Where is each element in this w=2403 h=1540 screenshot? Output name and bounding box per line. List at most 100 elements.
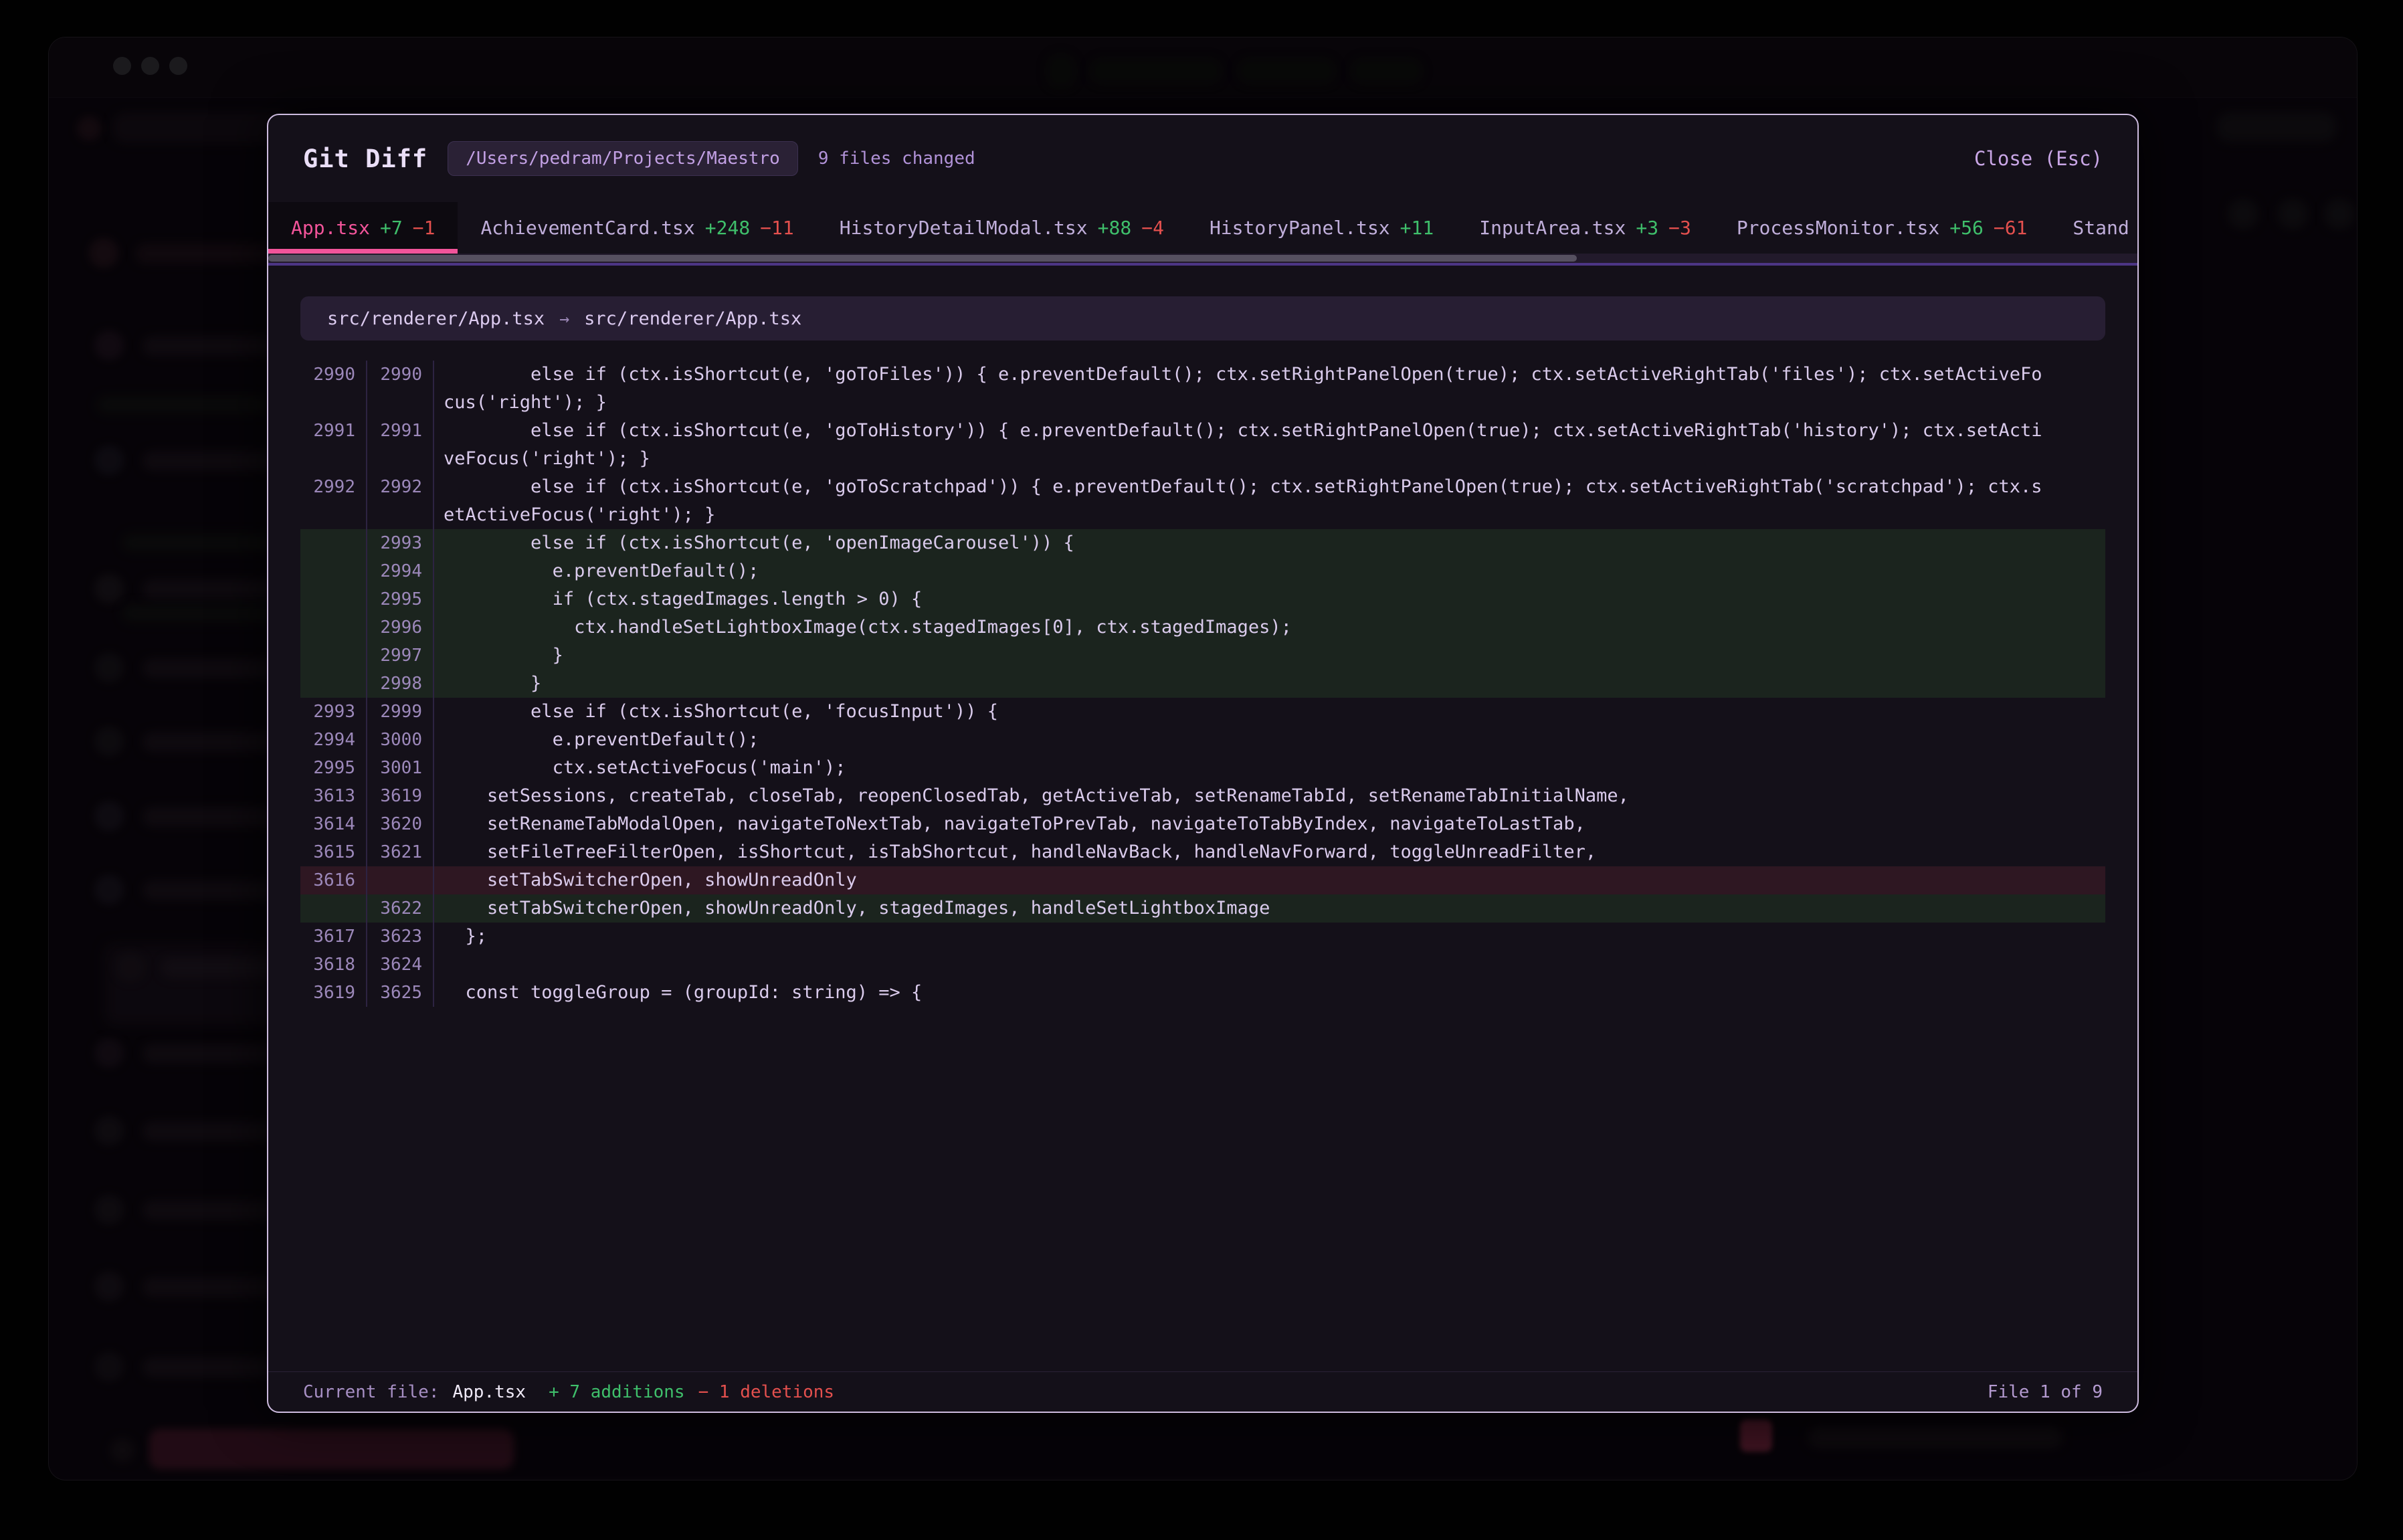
diff-file-tab-achievementcard-tsx[interactable]: AchievementCard.tsx +248 −11 [458, 202, 816, 254]
diff-row: 2990 2990 else if (ctx.isShortcut(e, 'go… [300, 361, 2105, 417]
diff-row: 3614 3620 setRenameTabModalOpen, navigat… [300, 810, 2105, 838]
tab-file-name: App.tsx [291, 217, 370, 239]
tab-file-name: Stand [2073, 217, 2129, 239]
footer-additions: + 7 additions [549, 1382, 685, 1402]
code-line: }; [434, 923, 2105, 951]
old-line-number [300, 557, 367, 585]
new-line-number: 3622 [367, 894, 434, 923]
old-line-number [300, 529, 367, 557]
code-line: else if (ctx.isShortcut(e, 'openImageCar… [434, 529, 2105, 557]
diff-row: 3615 3621 setFileTreeFilterOpen, isShort… [300, 838, 2105, 866]
diff-file-tabs: App.tsx +7 −1 AchievementCard.tsx +248 −… [268, 202, 2137, 254]
tab-file-name: AchievementCard.tsx [480, 217, 694, 239]
diff-row: 2998 } [300, 670, 2105, 698]
tab-deletions: −1 [413, 217, 436, 239]
code-line: ctx.setActiveFocus('main'); [434, 754, 2105, 782]
old-line-number: 2991 [300, 417, 367, 473]
tab-additions: +7 [380, 217, 403, 239]
tabs-scrollbar-track[interactable] [268, 254, 2137, 263]
new-line-number: 2991 [367, 417, 434, 473]
new-line-number [367, 866, 434, 894]
old-line-number [300, 670, 367, 698]
diff-file-tab-stand[interactable]: Stand [2050, 202, 2137, 254]
old-line-number: 2993 [300, 698, 367, 726]
code-line: ctx.handleSetLightboxImage(ctx.stagedIma… [434, 613, 2105, 642]
tabs-scrollbar-thumb[interactable] [268, 255, 1577, 262]
file-tabs-bar: App.tsx +7 −1 AchievementCard.tsx +248 −… [268, 202, 2137, 266]
file-path-from: src/renderer/App.tsx [327, 308, 545, 329]
code-line: setFileTreeFilterOpen, isShortcut, isTab… [434, 838, 2105, 866]
diff-row: 2996 ctx.handleSetLightboxImage(ctx.stag… [300, 613, 2105, 642]
new-line-number: 3000 [367, 726, 434, 754]
current-file-label: Current file: [303, 1382, 440, 1402]
diff-row: 2993 2999 else if (ctx.isShortcut(e, 'fo… [300, 698, 2105, 726]
tab-file-name: ProcessMonitor.tsx [1737, 217, 1939, 239]
screen: Git Diff /Users/pedram/Projects/Maestro … [0, 0, 2403, 1540]
tab-additions: +11 [1400, 217, 1434, 239]
diff-row: 3616 setTabSwitcherOpen, showUnreadOnly [300, 866, 2105, 894]
diff-row: 2995 3001 ctx.setActiveFocus('main'); [300, 754, 2105, 782]
code-line: else if (ctx.isShortcut(e, 'goToHistory'… [434, 417, 2105, 473]
code-line: setRenameTabModalOpen, navigateToNextTab… [434, 810, 2105, 838]
diff-row: 3619 3625 const toggleGroup = (groupId: … [300, 979, 2105, 1007]
diff-row: 2992 2992 else if (ctx.isShortcut(e, 'go… [300, 473, 2105, 529]
tab-deletions: −11 [760, 217, 794, 239]
tab-file-name: HistoryPanel.tsx [1210, 217, 1390, 239]
diff-row: 2997 } [300, 642, 2105, 670]
diff-file-tab-processmonitor-tsx[interactable]: ProcessMonitor.tsx +56 −61 [1714, 202, 2050, 254]
tab-file-name: HistoryDetailModal.tsx [840, 217, 1088, 239]
files-changed-count: 9 files changed [818, 149, 975, 169]
old-line-number: 2992 [300, 473, 367, 529]
tab-additions: +56 [1949, 217, 1984, 239]
diff-row: 3613 3619 setSessions, createTab, closeT… [300, 782, 2105, 810]
code-line: if (ctx.stagedImages.length > 0) { [434, 585, 2105, 613]
old-line-number: 3613 [300, 782, 367, 810]
code-line: else if (ctx.isShortcut(e, 'focusInput')… [434, 698, 2105, 726]
old-line-number: 3619 [300, 979, 367, 1007]
old-line-number [300, 642, 367, 670]
new-line-number: 3623 [367, 923, 434, 951]
old-line-number: 2994 [300, 726, 367, 754]
old-line-number: 2990 [300, 361, 367, 417]
code-line: } [434, 670, 2105, 698]
code-line: e.preventDefault(); [434, 726, 2105, 754]
close-button[interactable]: Close (Esc) [1974, 147, 2103, 170]
diff-row: 2993 else if (ctx.isShortcut(e, 'openIma… [300, 529, 2105, 557]
tab-deletions: −61 [1994, 217, 2028, 239]
repo-path-badge: /Users/pedram/Projects/Maestro [448, 141, 798, 176]
current-file-name: App.tsx [453, 1382, 526, 1402]
file-path-to: src/renderer/App.tsx [584, 308, 801, 329]
new-line-number: 2994 [367, 557, 434, 585]
old-line-number [300, 613, 367, 642]
old-line-number: 3614 [300, 810, 367, 838]
diff-file-tab-inputarea-tsx[interactable]: InputArea.tsx +3 −3 [1456, 202, 1714, 254]
git-diff-title: Git Diff [303, 145, 427, 173]
code-line: } [434, 642, 2105, 670]
old-line-number: 2995 [300, 754, 367, 782]
code-line: e.preventDefault(); [434, 557, 2105, 585]
code-line: setSessions, createTab, closeTab, reopen… [434, 782, 2105, 810]
diff-content: 2990 2990 else if (ctx.isShortcut(e, 'go… [300, 361, 2105, 1371]
new-line-number: 3620 [367, 810, 434, 838]
diff-file-tab-app-tsx[interactable]: App.tsx +7 −1 [268, 202, 458, 254]
diff-file-tab-historydetailmodal-tsx[interactable]: HistoryDetailModal.tsx +88 −4 [817, 202, 1187, 254]
new-line-number: 3001 [367, 754, 434, 782]
tab-deletions: −3 [1668, 217, 1691, 239]
file-position-indicator: File 1 of 9 [1988, 1382, 2103, 1402]
new-line-number: 2997 [367, 642, 434, 670]
code-line: else if (ctx.isShortcut(e, 'goToFiles'))… [434, 361, 2105, 417]
new-line-number: 2996 [367, 613, 434, 642]
old-line-number: 3617 [300, 923, 367, 951]
diff-row: 3618 3624 [300, 951, 2105, 979]
new-line-number: 2995 [367, 585, 434, 613]
new-line-number: 2999 [367, 698, 434, 726]
tab-additions: +88 [1098, 217, 1132, 239]
old-line-number [300, 894, 367, 923]
new-line-number: 2992 [367, 473, 434, 529]
diff-row: 2991 2991 else if (ctx.isShortcut(e, 'go… [300, 417, 2105, 473]
arrow-right-icon: → [559, 309, 569, 328]
tab-deletions: −4 [1141, 217, 1164, 239]
code-line: setTabSwitcherOpen, showUnreadOnly [434, 866, 2105, 894]
diff-file-tab-historypanel-tsx[interactable]: HistoryPanel.tsx +11 [1187, 202, 1456, 254]
git-diff-header: Git Diff /Users/pedram/Projects/Maestro … [268, 115, 2137, 202]
